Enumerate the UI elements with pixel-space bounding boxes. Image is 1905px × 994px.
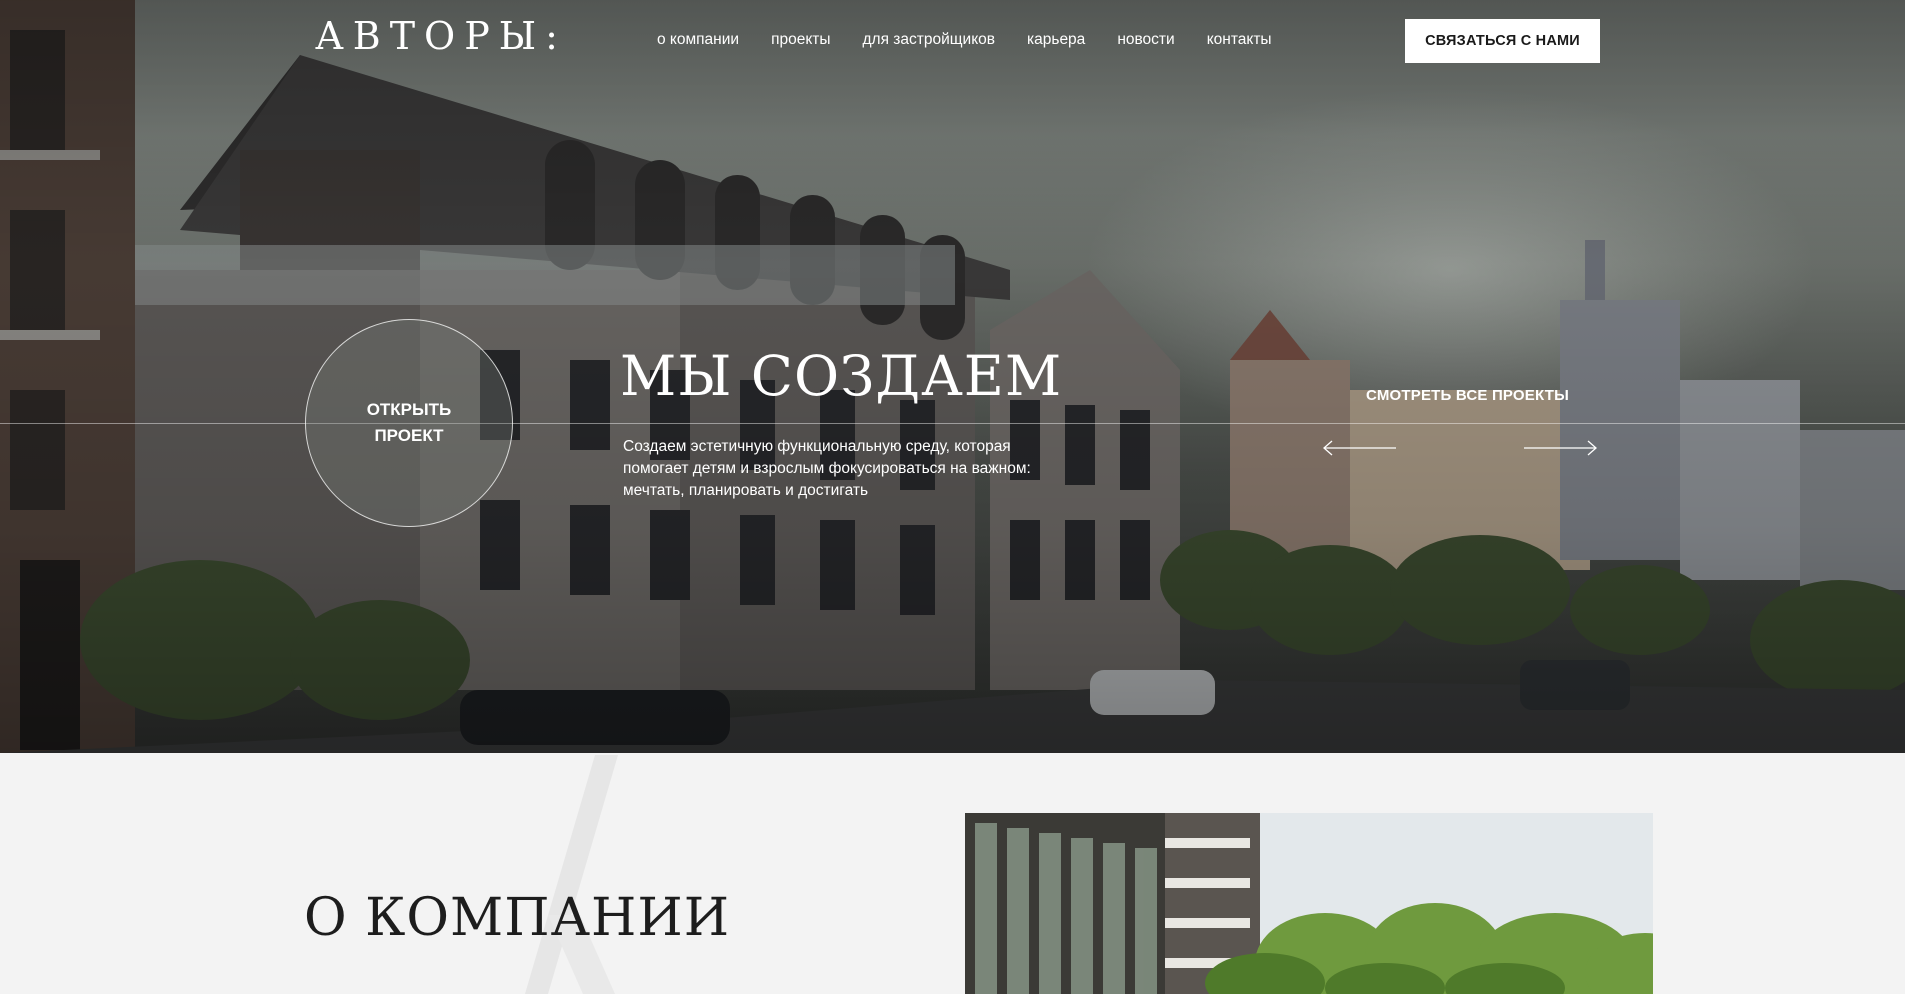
about-image — [965, 813, 1653, 994]
hero-section: АВТОРЫ: о компании проекты для застройщи… — [0, 0, 1905, 753]
nav-projects[interactable]: проекты — [771, 31, 830, 49]
open-project-label: ОТКРЫТЬ ПРОЕКТ — [366, 400, 452, 445]
nav-career[interactable]: карьера — [1027, 31, 1085, 49]
arrow-left-icon[interactable] — [1320, 437, 1400, 459]
hero-divider-line — [0, 423, 1905, 424]
logo[interactable]: АВТОРЫ: — [315, 14, 567, 58]
hero-title: МЫ СОЗДАЕМ — [620, 344, 1063, 408]
nav-news[interactable]: новости — [1117, 31, 1174, 49]
main-nav: о компании проекты для застройщиков карь… — [657, 31, 1272, 49]
view-all-projects-link[interactable]: СМОТРЕТЬ ВСЕ ПРОЕКТЫ — [1366, 387, 1569, 404]
decorative-letter-background — [525, 755, 618, 994]
nav-contacts[interactable]: контакты — [1207, 31, 1272, 49]
hero-description: Создаем эстетичную функциональную среду,… — [623, 438, 1031, 499]
about-title: О КОМПАНИИ — [304, 888, 731, 948]
arrow-right-icon[interactable] — [1520, 437, 1600, 459]
nav-about[interactable]: о компании — [657, 31, 739, 49]
contact-us-button[interactable]: СВЯЗАТЬСЯ С НАМИ — [1405, 19, 1600, 63]
nav-developers[interactable]: для застройщиков — [863, 31, 995, 49]
open-project-button[interactable]: ОТКРЫТЬ ПРОЕКТ — [305, 319, 513, 527]
